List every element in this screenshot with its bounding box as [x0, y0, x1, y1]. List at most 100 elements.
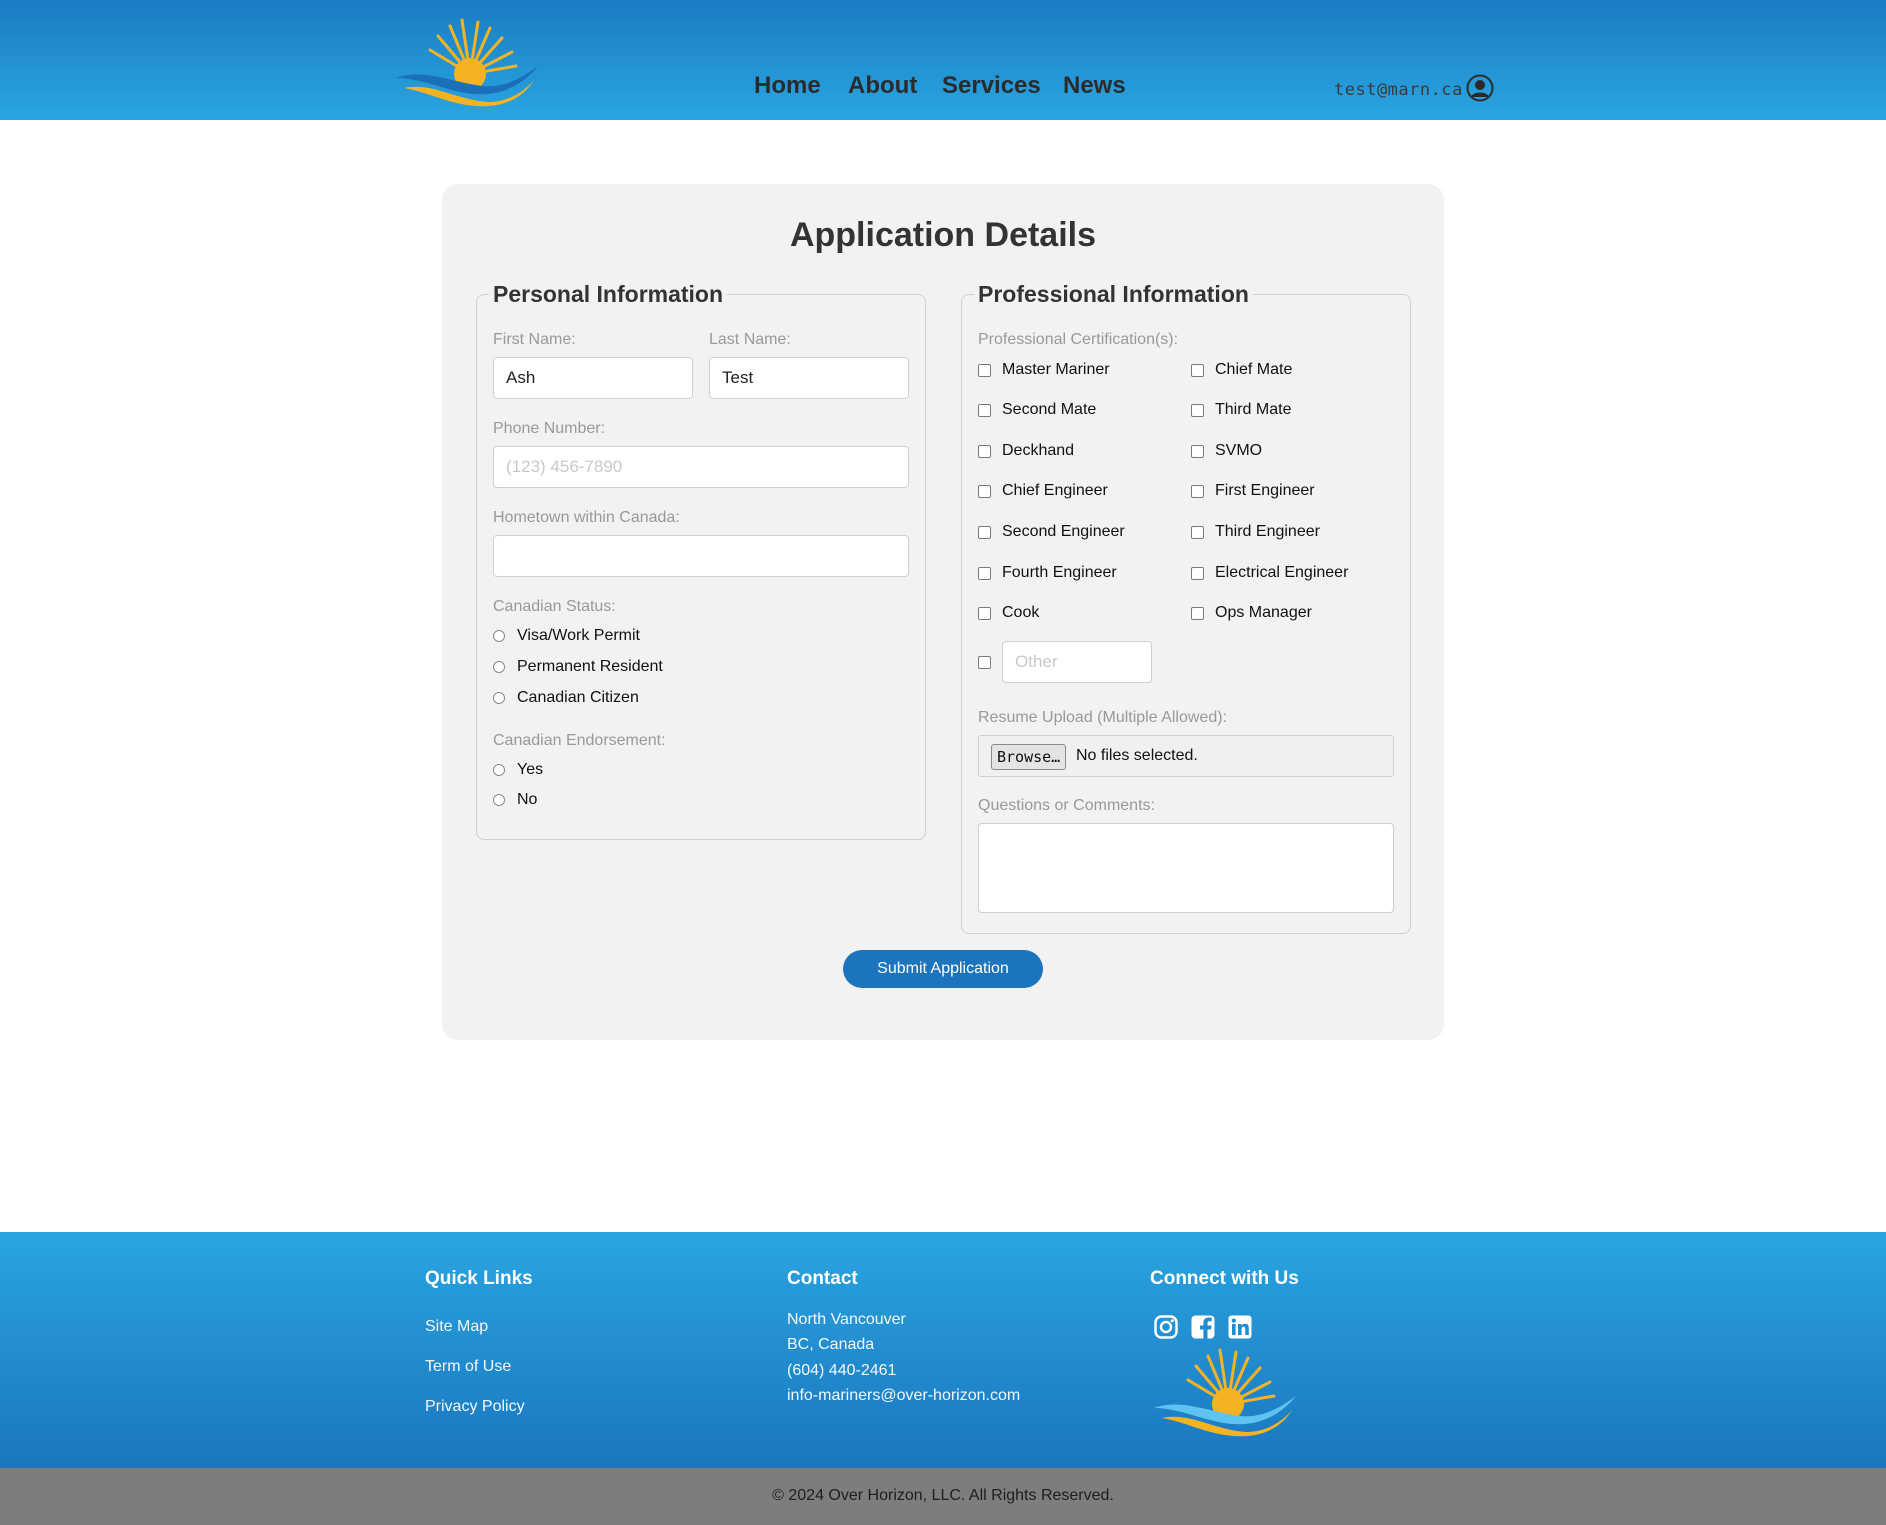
main-nav: Home About Services News [0, 72, 1886, 112]
status-option-visa[interactable]: Visa/Work Permit [493, 625, 640, 647]
checkbox[interactable] [1191, 444, 1204, 458]
endorsement-option-no[interactable]: No [493, 789, 537, 811]
first-name-label: First Name: [493, 331, 576, 348]
instagram-icon[interactable] [1153, 1314, 1179, 1340]
copyright-bar: © 2024 Over Horizon, LLC. All Rights Res… [0, 1468, 1886, 1525]
footer-link-site-map[interactable]: Site Map [425, 1318, 488, 1336]
cert-label: Electrical Engineer [1215, 564, 1349, 581]
nav-about[interactable]: About [848, 72, 917, 100]
other-cert-input[interactable] [1002, 641, 1152, 683]
site-footer: Quick Links Site Map Term of Use Privacy… [0, 1232, 1886, 1468]
phone-label: Phone Number: [493, 420, 606, 437]
hometown-input[interactable] [493, 535, 909, 577]
user-email[interactable]: test@marn.ca [1334, 80, 1463, 100]
cert-label: Chief Engineer [1002, 482, 1108, 499]
linkedin-icon[interactable] [1227, 1314, 1253, 1340]
cert-third-mate[interactable]: Third Mate [1191, 399, 1291, 421]
copyright-text: © 2024 Over Horizon, LLC. All Rights Res… [772, 1487, 1114, 1504]
cert-second-mate[interactable]: Second Mate [978, 399, 1096, 421]
checkbox[interactable] [1191, 363, 1204, 377]
facebook-icon[interactable] [1190, 1314, 1216, 1340]
comments-textarea[interactable] [978, 823, 1394, 913]
cert-ops-manager[interactable]: Ops Manager [1191, 602, 1312, 624]
status-option-permanent-resident[interactable]: Permanent Resident [493, 656, 663, 678]
cert-chief-engineer[interactable]: Chief Engineer [978, 480, 1108, 502]
cert-fourth-engineer[interactable]: Fourth Engineer [978, 562, 1117, 584]
quick-links-heading: Quick Links [425, 1268, 533, 1289]
radio-button[interactable] [493, 661, 505, 673]
checkbox[interactable] [978, 566, 991, 580]
phone-input[interactable] [493, 446, 909, 488]
endorsement-option-yes[interactable]: Yes [493, 759, 543, 781]
footer-link-privacy[interactable]: Privacy Policy [425, 1398, 525, 1416]
cert-label: First Engineer [1215, 482, 1315, 499]
checkbox[interactable] [1191, 525, 1204, 539]
user-account-icon[interactable] [1466, 74, 1494, 102]
footer-logo-icon [1154, 1348, 1296, 1437]
cert-electrical-engineer[interactable]: Electrical Engineer [1191, 562, 1348, 584]
contact-heading: Contact [787, 1268, 858, 1289]
submit-application-button[interactable]: Submit Application [843, 950, 1043, 988]
checkbox[interactable] [978, 606, 991, 620]
hometown-label: Hometown within Canada: [493, 509, 680, 526]
status-option-label: Canadian Citizen [517, 689, 639, 706]
cert-label: Third Engineer [1215, 523, 1320, 540]
comments-label: Questions or Comments: [978, 797, 1155, 814]
cert-label: Cook [1002, 604, 1040, 621]
nav-services[interactable]: Services [942, 72, 1041, 100]
file-status: No files selected. [1076, 747, 1198, 764]
status-option-citizen[interactable]: Canadian Citizen [493, 687, 639, 709]
last-name-label: Last Name: [709, 331, 791, 348]
last-name-input[interactable] [709, 357, 909, 399]
cert-label: Chief Mate [1215, 361, 1293, 378]
cert-chief-mate[interactable]: Chief Mate [1191, 359, 1292, 381]
checkbox[interactable] [978, 403, 991, 417]
checkbox[interactable] [978, 444, 991, 458]
contact-phone[interactable]: (604) 440-2461 [787, 1362, 896, 1380]
first-name-input[interactable] [493, 357, 693, 399]
checkbox[interactable] [1191, 566, 1204, 580]
cert-label: Ops Manager [1215, 604, 1312, 621]
status-option-label: Permanent Resident [517, 658, 663, 675]
cert-master-mariner[interactable]: Master Mariner [978, 359, 1110, 381]
connect-heading: Connect with Us [1150, 1268, 1299, 1289]
radio-button[interactable] [493, 630, 505, 642]
certifications-label: Professional Certification(s): [978, 331, 1179, 348]
radio-button[interactable] [493, 764, 505, 776]
contact-province: BC, Canada [787, 1336, 875, 1353]
footer-link-terms[interactable]: Term of Use [425, 1358, 511, 1376]
checkbox[interactable] [978, 484, 991, 498]
nav-news[interactable]: News [1063, 72, 1126, 100]
cert-third-engineer[interactable]: Third Engineer [1191, 521, 1320, 543]
cert-cook[interactable]: Cook [978, 602, 1039, 624]
cert-label: Second Mate [1002, 401, 1097, 418]
nav-home[interactable]: Home [754, 72, 821, 100]
cert-svmo[interactable]: SVMO [1191, 440, 1262, 462]
cert-deckhand[interactable]: Deckhand [978, 440, 1074, 462]
contact-city: North Vancouver [787, 1311, 906, 1328]
canadian-status-label: Canadian Status: [493, 598, 616, 615]
checkbox[interactable] [978, 655, 991, 669]
page-title: Application Details [789, 216, 1097, 254]
browse-button[interactable]: Browse… [991, 744, 1067, 770]
checkbox[interactable] [978, 525, 991, 539]
cert-label: Deckhand [1002, 442, 1075, 459]
endorsement-option-label: Yes [517, 761, 544, 778]
contact-email[interactable]: info-mariners@over-horizon.com [787, 1387, 1020, 1405]
cert-label: Second Engineer [1002, 523, 1125, 540]
radio-button[interactable] [493, 692, 505, 704]
status-option-label: Visa/Work Permit [517, 627, 640, 644]
site-header: Home About Services News test@marn.ca [0, 0, 1886, 120]
checkbox[interactable] [1191, 606, 1204, 620]
cert-second-engineer[interactable]: Second Engineer [978, 521, 1125, 543]
radio-button[interactable] [493, 794, 505, 806]
checkbox[interactable] [1191, 484, 1204, 498]
professional-info-legend: Professional Information [974, 281, 1253, 308]
checkbox[interactable] [1191, 403, 1204, 417]
application-card: Application Details Personal Information… [442, 184, 1444, 1040]
cert-other[interactable] [978, 651, 1002, 673]
cert-first-engineer[interactable]: First Engineer [1191, 480, 1315, 502]
personal-info-section: Personal Information First Name: Last Na… [476, 281, 926, 840]
resume-upload-field[interactable]: Browse… No files selected. [978, 735, 1394, 777]
checkbox[interactable] [978, 363, 991, 377]
